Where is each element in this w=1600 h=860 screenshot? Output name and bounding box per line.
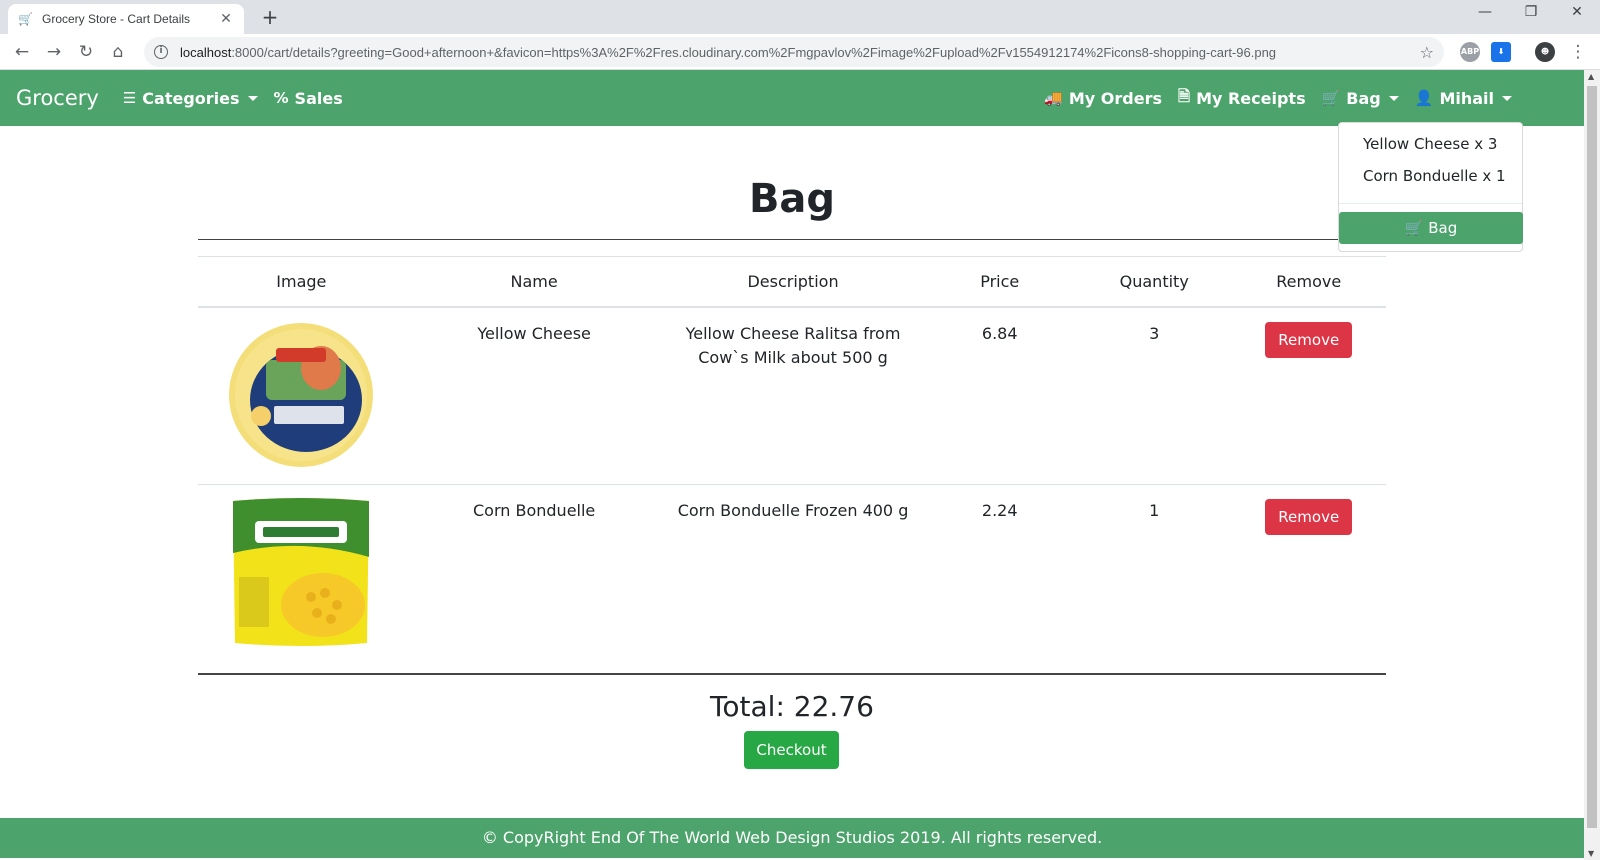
product-description: Yellow Cheese Ralitsa from Cow`s Milk ab…	[663, 306, 923, 485]
remove-cell: Remove	[1231, 306, 1386, 485]
checkout-button[interactable]: Checkout	[744, 731, 839, 769]
browser-toolbar: ← → ↻ ⌂ i localhost:8000/cart/details?gr…	[0, 34, 1600, 70]
download-extension-icon[interactable]: ⬇	[1491, 42, 1511, 62]
column-header-remove: Remove	[1231, 256, 1386, 308]
app-navbar: Grocery ☰ Categories % Sales 🚚 My Orders…	[0, 70, 1584, 126]
product-image-cell	[198, 306, 405, 485]
dropdown-item[interactable]: Corn Bonduelle x 1	[1363, 167, 1506, 185]
tab-title: Grocery Store - Cart Details	[42, 12, 191, 26]
back-icon[interactable]: ←	[10, 40, 34, 64]
info-icon[interactable]: i	[154, 45, 168, 59]
remove-button[interactable]: Remove	[1265, 498, 1353, 535]
column-header-quantity: Quantity	[1076, 256, 1232, 308]
browser-tab[interactable]: 🛒 Grocery Store - Cart Details ✕	[8, 4, 244, 34]
close-window-icon[interactable]: ✕	[1562, 4, 1592, 20]
home-icon[interactable]: ⌂	[106, 40, 130, 64]
product-name: Corn Bonduelle	[404, 484, 664, 675]
brand-logo[interactable]: Grocery	[16, 86, 99, 110]
table-header-row: Image Name Description Price Quantity Re…	[198, 256, 1386, 308]
shopping-cart-icon: 🛒	[18, 12, 33, 26]
list-icon: ☰	[122, 89, 137, 107]
cart-icon: 🛒	[1321, 89, 1341, 107]
sales-link[interactable]: % Sales	[274, 89, 343, 108]
remove-button[interactable]: Remove	[1265, 321, 1353, 358]
table-row: Corn Bonduelle Corn Bonduelle Frozen 400…	[198, 484, 1386, 675]
caret-down-icon	[247, 95, 258, 101]
my-orders-link[interactable]: 🚚 My Orders	[1044, 89, 1162, 108]
restore-icon[interactable]: ❐	[1516, 4, 1546, 20]
profile-avatar[interactable]: ☻	[1535, 42, 1555, 62]
scroll-down-icon[interactable]: ▼	[1588, 849, 1594, 858]
title-divider	[198, 239, 1386, 240]
column-header-price: Price	[922, 256, 1077, 308]
my-receipts-link[interactable]: 🗎 My Receipts	[1178, 86, 1306, 111]
categories-dropdown[interactable]: ☰ Categories	[123, 89, 258, 108]
column-header-name: Name	[404, 256, 664, 308]
browser-tab-bar: 🛒 Grocery Store - Cart Details ✕ + — ❐ ✕	[0, 0, 1600, 34]
caret-down-icon	[1502, 95, 1512, 101]
user-dropdown[interactable]: 👤 Mihail	[1415, 89, 1512, 108]
product-quantity: 1	[1076, 484, 1232, 675]
yellow-cheese-image	[229, 322, 374, 467]
remove-cell: Remove	[1231, 484, 1386, 675]
forward-icon[interactable]: →	[42, 40, 66, 64]
product-description: Corn Bonduelle Frozen 400 g	[663, 484, 923, 675]
minimize-icon[interactable]: —	[1470, 4, 1500, 20]
dropdown-bag-button[interactable]: 🛒 Bag	[1339, 212, 1523, 244]
percent-icon: %	[273, 89, 289, 107]
url-text[interactable]: localhost:8000/cart/details?greeting=Goo…	[180, 45, 1412, 60]
caret-down-icon	[1388, 95, 1399, 101]
product-price: 6.84	[922, 306, 1077, 485]
adblock-extension-icon[interactable]: ABP	[1460, 42, 1480, 62]
navbar-right: 🚚 My Orders 🗎 My Receipts 🛒 Bag 👤 Mihail	[1028, 70, 1512, 126]
product-price: 2.24	[922, 484, 1077, 675]
dropdown-item[interactable]: Yellow Cheese x 3	[1363, 135, 1497, 153]
new-tab-icon[interactable]: +	[258, 5, 282, 29]
product-name: Yellow Cheese	[404, 306, 664, 485]
cart-icon: 🛒	[1404, 219, 1424, 237]
cart-total: Total: 22.76	[710, 690, 874, 723]
scroll-thumb[interactable]	[1587, 86, 1597, 828]
scroll-up-icon[interactable]: ▲	[1588, 72, 1594, 81]
column-header-description: Description	[663, 256, 923, 308]
bag-dropdown[interactable]: 🛒 Bag	[1322, 89, 1399, 108]
user-icon: 👤	[1414, 89, 1434, 107]
close-icon[interactable]: ✕	[218, 11, 234, 27]
address-bar[interactable]: i localhost:8000/cart/details?greeting=G…	[144, 37, 1444, 67]
dropdown-divider	[1339, 203, 1522, 204]
menu-kebab-icon[interactable]: ⋮	[1566, 40, 1590, 64]
column-header-image: Image	[198, 256, 405, 308]
footer: © CopyRight End Of The World Web Design …	[0, 818, 1584, 858]
reload-icon[interactable]: ↻	[74, 40, 98, 64]
page-scrollbar[interactable]: ▲ ▼	[1584, 70, 1600, 860]
truck-icon: 🚚	[1044, 89, 1063, 107]
bookmark-star-icon[interactable]: ☆	[1420, 43, 1434, 62]
page-title: Bag	[748, 176, 836, 222]
corn-bonduelle-image	[233, 497, 370, 646]
table-row: Yellow Cheese Yellow Cheese Ralitsa from…	[198, 306, 1386, 485]
product-quantity: 3	[1076, 306, 1232, 485]
receipt-icon: 🗎	[1178, 86, 1191, 105]
bag-table: Image Name Description Price Quantity Re…	[198, 256, 1386, 675]
product-image-cell	[198, 484, 405, 675]
bag-dropdown-menu: Yellow Cheese x 3 Corn Bonduelle x 1 🛒 B…	[1338, 122, 1523, 252]
